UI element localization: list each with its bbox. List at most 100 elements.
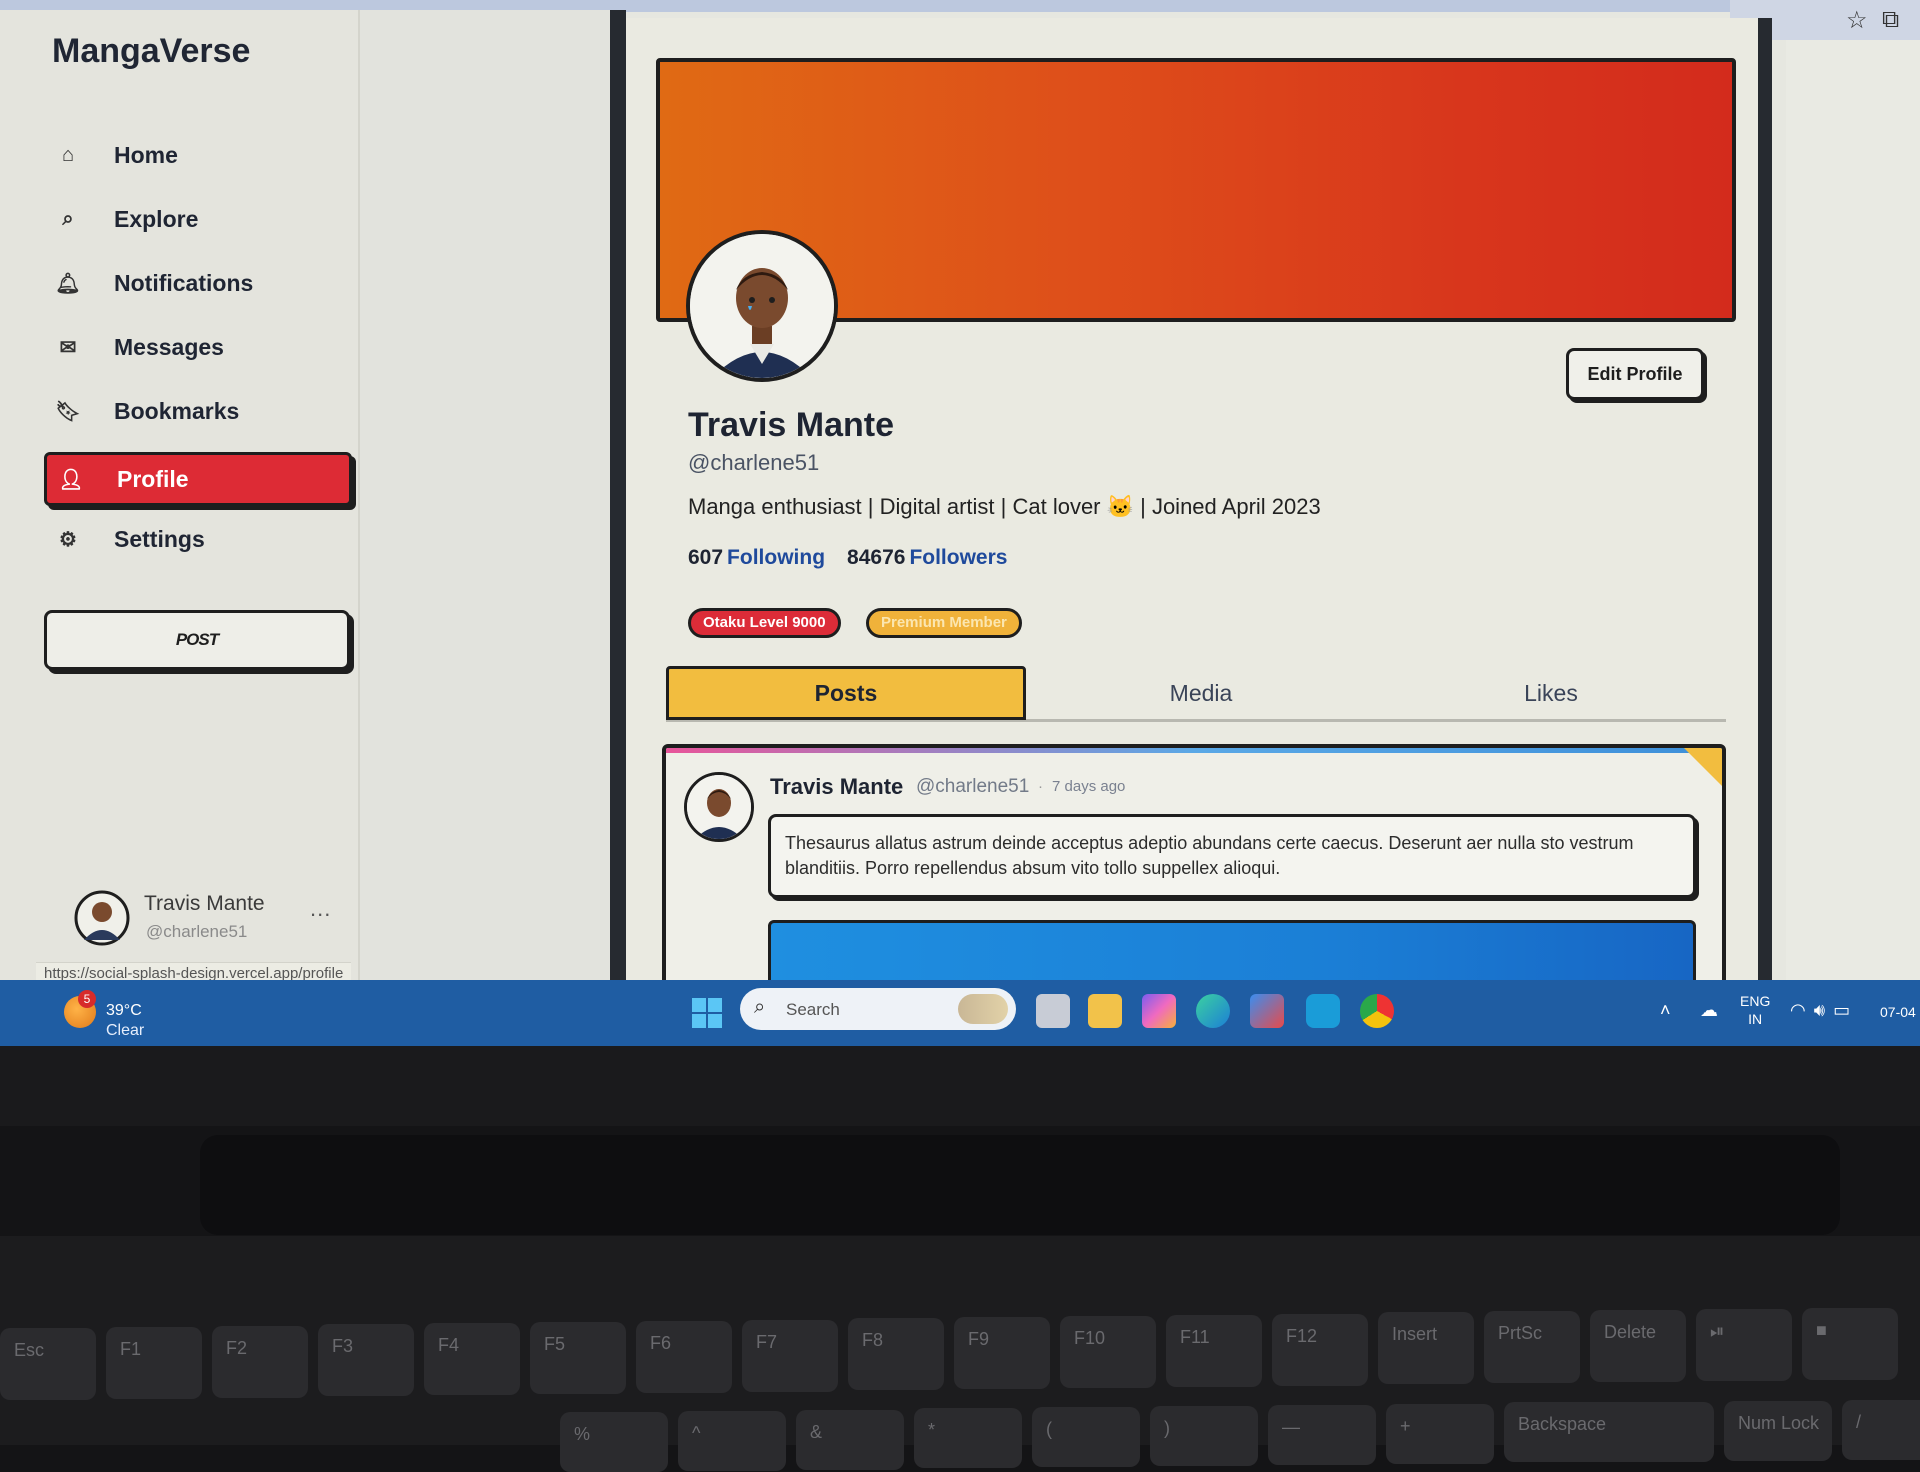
keyboard-key: % <box>560 1412 668 1472</box>
taskbar-date[interactable]: 07-04 <box>1880 1004 1916 1020</box>
profile-avatar[interactable] <box>686 230 838 382</box>
profile-handle: @charlene51 <box>688 450 820 475</box>
keyboard-key: Insert <box>1378 1312 1474 1384</box>
post-avatar[interactable] <box>684 772 754 842</box>
post-handle: @charlene51 <box>916 776 1030 797</box>
extensions-icon[interactable]: ⧉ <box>1882 6 1899 34</box>
keyboard-key: + <box>1386 1404 1494 1464</box>
keyboard-key: — <box>1268 1405 1376 1465</box>
profile-bio: Manga enthusiast | Digital artist | Cat … <box>688 494 1321 519</box>
gear-icon: ⚙ <box>59 528 77 551</box>
sidebar-item-label: Notifications <box>114 269 254 296</box>
otaku-level-badge: Otaku Level 9000 <box>688 608 841 638</box>
sidebar-item-label: Explore <box>114 205 199 232</box>
edit-profile-button[interactable]: Edit Profile <box>1566 348 1704 400</box>
sidebar: MangaVerse ⌂ Home ⌕ Explore 🔔︎ Notificat… <box>0 10 360 980</box>
language-indicator[interactable]: ENG IN <box>1740 992 1770 1028</box>
search-icon: ⌕ <box>754 996 766 1018</box>
keyboard-key: F6 <box>636 1321 732 1393</box>
followers-count: 84676 <box>847 546 906 569</box>
sidebar-item-messages[interactable]: ✉ Messages <box>44 320 352 374</box>
chrome-icon[interactable] <box>1360 994 1394 1028</box>
sidebar-item-bookmarks[interactable]: 🔖︎ Bookmarks <box>44 384 352 438</box>
keyboard-key: F3 <box>318 1324 414 1396</box>
sidebar-item-explore[interactable]: ⌕ Explore <box>44 192 352 246</box>
keyboard-key: F7 <box>742 1320 838 1392</box>
mail-icon: ✉ <box>59 336 77 359</box>
volume-icon: 🔊︎ <box>1813 1000 1834 1020</box>
followers-label: Followers <box>909 546 1008 569</box>
following-label: Following <box>727 546 826 569</box>
following-count: 607 <box>688 546 724 569</box>
keyboard-key: F8 <box>848 1318 944 1390</box>
sidebar-user-card[interactable]: Travis Mante @charlene51 ... <box>74 890 344 954</box>
edge-icon[interactable] <box>1196 994 1230 1028</box>
keyboard-key: ^ <box>678 1411 786 1471</box>
tab-posts[interactable]: Posts <box>666 666 1026 720</box>
laptop-hinge <box>200 1135 1840 1235</box>
home-icon: ⌂ <box>61 143 75 166</box>
premium-member-badge: Premium Member <box>866 608 1022 638</box>
system-tray-icons[interactable]: ◠🔊︎▭ <box>1790 1000 1858 1021</box>
sidebar-user-handle: @charlene51 <box>146 922 248 941</box>
weather-temperature: 39°C <box>106 1002 142 1019</box>
sidebar-item-home[interactable]: ⌂ Home <box>44 128 352 182</box>
keyboard-key: / <box>1842 1400 1920 1460</box>
following-link[interactable]: 607 Following <box>688 546 825 569</box>
sidebar-item-settings[interactable]: ⚙ Settings <box>44 512 352 566</box>
tab-media[interactable]: Media <box>1026 666 1376 720</box>
file-explorer-icon[interactable] <box>1088 994 1122 1028</box>
keyboard-key: * <box>914 1408 1022 1468</box>
post-corner-decoration <box>1684 748 1722 786</box>
main-column-border <box>610 10 626 980</box>
avatar <box>74 890 130 946</box>
sidebar-item-label: Home <box>114 141 178 168</box>
sidebar-item-profile[interactable]: 👤︎ Profile <box>44 452 352 506</box>
taskbar-search[interactable]: ⌕ Search <box>740 988 1016 1030</box>
taskbar-search-placeholder: Search <box>786 1000 840 1019</box>
sidebar-item-label: Settings <box>114 525 205 552</box>
region-code: IN <box>1748 1011 1763 1027</box>
followers-link[interactable]: 84676 Followers <box>847 546 1007 569</box>
keyboard: Esc F1 F2 F3 F4 F5 F6 F7 F8 F9 F10 F11 F12 Insert PrtS… <box>0 1236 1920 1472</box>
profile-main: Edit Profile Travis Mante @charlene51 Ma… <box>626 18 1772 1004</box>
search-highlight-icon <box>958 994 1008 1024</box>
sidebar-item-label: Profile <box>117 465 189 492</box>
laptop-screen: ☆ ⧉ MangaVerse ⌂ Home ⌕ Explore 🔔︎ Notif… <box>0 0 1920 1060</box>
keyboard-key: F12 <box>1272 1314 1368 1386</box>
sidebar-item-label: Messages <box>114 333 224 360</box>
language-code: ENG <box>1740 993 1771 1009</box>
keyboard-key: F10 <box>1060 1316 1156 1388</box>
keyboard-key: ■ <box>1802 1308 1898 1380</box>
tab-likes[interactable]: Likes <box>1376 666 1726 720</box>
profile-tabs: Posts Media Likes <box>666 666 1726 722</box>
post-separator: · <box>1038 778 1043 795</box>
post-button[interactable]: POST <box>44 610 350 670</box>
profile-stats: 607 Following 84676 Followers <box>688 546 1007 570</box>
background-panel <box>360 10 610 980</box>
app-icon[interactable] <box>1306 994 1340 1028</box>
sidebar-item-label: Bookmarks <box>114 397 240 424</box>
sidebar-item-notifications[interactable]: 🔔︎ Notifications <box>44 256 352 310</box>
avatar-illustration <box>690 234 834 378</box>
app-logo[interactable]: MangaVerse <box>52 32 250 71</box>
keyboard-key: F9 <box>954 1317 1050 1389</box>
keyboard-key: Backspace <box>1504 1402 1714 1462</box>
post-timestamp: 7 days ago <box>1052 778 1126 795</box>
cloud-icon[interactable]: ☁ <box>1700 1000 1718 1021</box>
keyboard-key: & <box>796 1410 904 1470</box>
post-author[interactable]: Travis Mante <box>770 774 903 800</box>
copilot-icon[interactable] <box>1142 994 1176 1028</box>
right-panel <box>1786 40 1920 980</box>
chevron-up-icon[interactable]: ˄ <box>1660 1000 1671 1021</box>
avatar-illustration <box>687 775 751 839</box>
keyboard-key: F11 <box>1166 1315 1262 1387</box>
post-card[interactable]: Travis Mante @charlene51 · 7 days ago Th… <box>662 744 1726 1004</box>
user-icon: 👤︎ <box>58 468 84 491</box>
keyboard-key: Num Lock <box>1724 1401 1832 1461</box>
star-icon[interactable]: ☆ <box>1846 6 1868 35</box>
store-icon[interactable] <box>1250 994 1284 1028</box>
more-options-icon[interactable]: ... <box>310 896 331 922</box>
windows-start-icon[interactable] <box>692 998 722 1028</box>
task-view-icon[interactable] <box>1036 994 1070 1028</box>
